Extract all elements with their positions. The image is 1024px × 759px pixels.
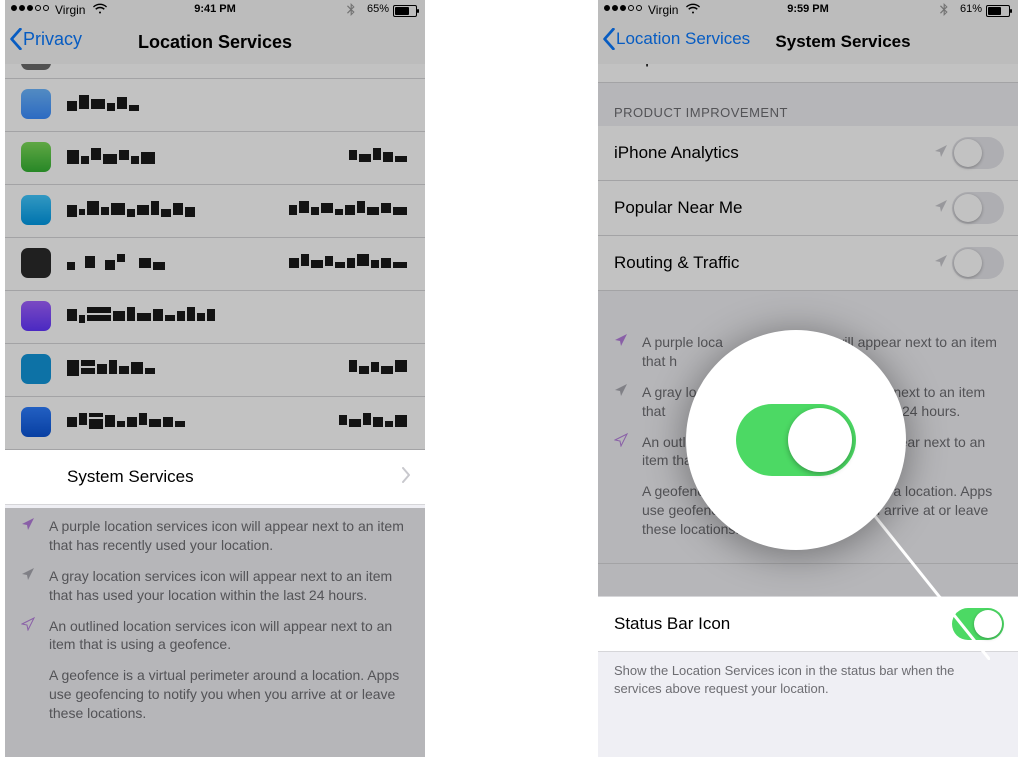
clock-label: 9:59 PM [598,3,1018,15]
legend-text: An outlined location services icon will … [49,617,409,655]
pixelated-text [67,252,167,274]
app-icon [21,407,51,437]
nav-bar: Privacy Location Services [5,20,425,65]
location-arrow-icon [614,383,632,421]
battery-icon [393,5,417,17]
toggle-switch[interactable] [952,192,1004,224]
magnifier-callout [686,330,906,550]
pixelated-text [67,146,157,168]
app-icon [21,89,51,119]
legend-gray: A gray location services icon will appea… [5,559,425,609]
status-bar: Virgin 9:41 PM 65% [5,0,425,20]
app-row[interactable] [5,238,425,291]
clock-label: 9:41 PM [5,3,425,15]
legend-text: A geofence is a virtual perimeter around… [49,666,409,723]
pixelated-text [67,199,197,221]
scroll-area[interactable]: System Services A purple location servic… [5,64,425,757]
toggle-switch[interactable] [952,247,1004,279]
section-header: PRODUCT IMPROVEMENT [598,83,1018,126]
footer-text: Show the Location Services icon in the s… [598,652,1018,708]
app-icon [21,354,51,384]
location-arrow-icon [934,198,948,218]
toggle-switch-icon [736,404,856,476]
callout-leader-line [870,510,990,660]
app-row[interactable] [5,397,425,450]
pixelated-text [289,252,409,272]
page-title: System Services [598,32,1018,52]
chevron-right-icon [994,64,1004,69]
row-label: Frequent Locations [614,64,760,68]
status-bar: Virgin 9:59 PM 61% [598,0,1018,20]
location-arrow-icon [934,143,948,163]
app-row[interactable] [5,79,425,132]
location-arrow-outline-icon [21,617,39,655]
pixelated-text [349,358,409,378]
app-row[interactable] [5,185,425,238]
row-label: System Services [67,467,194,487]
row-label: Popular Near Me [614,198,743,218]
location-arrow-icon [21,517,39,555]
pixelated-text [67,358,157,380]
row-label: iPhone Analytics [614,143,739,163]
app-icon [21,142,51,172]
legend-outline: An outlined location services icon will … [5,609,425,659]
app-row[interactable] [5,344,425,397]
location-arrow-icon [614,333,632,371]
app-row[interactable] [5,64,425,79]
phone-location-services: Virgin 9:41 PM 65% Privacy Location Serv… [5,0,425,757]
iphone-analytics-row[interactable]: iPhone Analytics [598,126,1018,181]
location-arrow-icon [21,567,39,605]
row-label: Status Bar Icon [614,614,730,634]
page-title: Location Services [5,32,425,53]
legend-text: A purple location services icon will app… [49,517,409,555]
routing-traffic-row[interactable]: Routing & Traffic [598,236,1018,291]
frequent-locations-row[interactable]: Frequent Locations On [598,64,1018,83]
bluetooth-icon [347,3,355,19]
chevron-right-icon [401,467,411,488]
pixelated-text [67,411,187,433]
pixelated-text [349,146,409,166]
pixelated-text [289,199,409,219]
location-arrow-outline-icon [614,433,632,471]
popular-near-me-row[interactable]: Popular Near Me [598,181,1018,236]
pixelated-text [67,93,141,115]
battery-pct: 61% [960,3,982,15]
legend-text: A gray location services icon will appea… [49,567,409,605]
app-icon [21,248,51,278]
location-arrow-icon [852,64,866,68]
system-services-row[interactable]: System Services [5,450,425,505]
nav-bar: Location Services System Services [598,20,1018,65]
legend-geofence: A geofence is a virtual perimeter around… [5,658,425,727]
pixelated-text [67,305,217,327]
battery-icon [986,5,1010,17]
pixelated-text [339,411,409,431]
bluetooth-icon [940,3,948,19]
legend-purple: A purple location services icon will app… [5,509,425,559]
row-label: Routing & Traffic [614,253,739,273]
battery-pct: 65% [367,3,389,15]
app-icon [21,301,51,331]
app-row[interactable] [5,132,425,185]
row-value: On [870,64,893,68]
app-icon [21,195,51,225]
location-arrow-icon [934,253,948,273]
toggle-switch[interactable] [952,137,1004,169]
app-row[interactable] [5,291,425,344]
